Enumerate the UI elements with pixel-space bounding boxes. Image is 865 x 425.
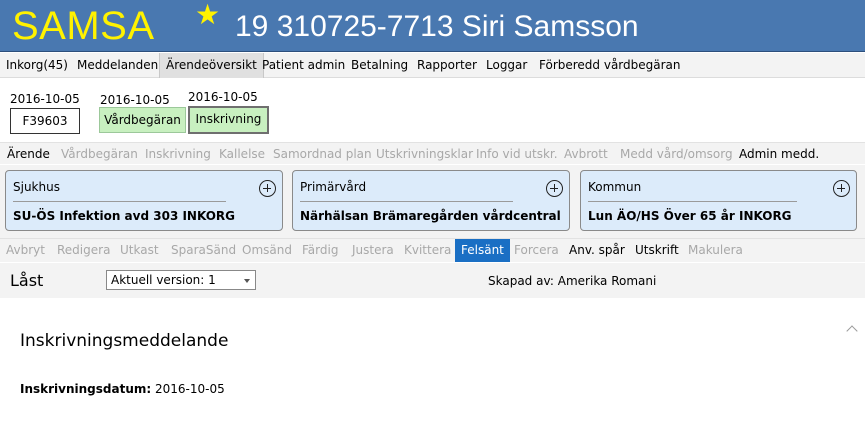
tab-avbrott[interactable]: Avbrott	[564, 143, 608, 165]
document-title: Inskrivningsmeddelande	[20, 331, 229, 351]
star-icon[interactable]: ★	[195, 0, 220, 30]
version-select[interactable]: Aktuell version: 1	[106, 270, 256, 290]
document-view: Inskrivningsmeddelande Inskrivningsdatum…	[0, 299, 865, 425]
tab-medd-vard-omsorg[interactable]: Medd vård/omsorg	[620, 143, 733, 165]
document-field-inskrivningsdatum: Inskrivningsdatum: 2016-10-05	[20, 382, 225, 396]
utskrift-button[interactable]: Utskrift	[629, 239, 685, 262]
menu-item-betalning[interactable]: Betalning	[345, 53, 414, 78]
tab-samordnad-plan[interactable]: Samordnad plan	[273, 143, 372, 165]
forcera-button[interactable]: Forcera	[508, 239, 565, 262]
tab-vardbegaran[interactable]: Vårdbegäran	[61, 143, 138, 165]
locked-label: Låst	[10, 271, 44, 290]
card-value: Lun ÄO/HS Över 65 år INKORG	[588, 209, 792, 223]
sparasand-button[interactable]: SparaSänd	[165, 239, 242, 262]
redigera-button[interactable]: Redigera	[51, 239, 116, 262]
fardig-button[interactable]: Färdig	[296, 239, 344, 262]
card-value: SU-ÖS Infektion avd 303 INKORG	[13, 209, 236, 223]
created-by: Skapad av: Amerika Romani	[488, 274, 657, 288]
card-primarvard: Primärvård Närhälsan Brämaregården vårdc…	[292, 170, 570, 231]
felsant-button[interactable]: Felsänt	[455, 239, 510, 262]
menu-item-arendeoversikt[interactable]: Ärendeöversikt	[159, 53, 264, 78]
add-circle-icon[interactable]	[546, 180, 563, 197]
status-inskrivning[interactable]: Inskrivning	[188, 106, 269, 134]
menu-item-patient-admin[interactable]: Patient admin	[256, 53, 351, 78]
card-title: Sjukhus	[13, 180, 60, 194]
action-toolbar: Avbryt Redigera Utkast SparaSänd Omsänd …	[0, 238, 865, 262]
version-bar: Låst Aktuell version: 1 Skapad av: Ameri…	[0, 263, 865, 298]
add-circle-icon[interactable]	[259, 180, 276, 197]
case-date: 2016-10-05	[10, 92, 80, 106]
card-divider	[13, 201, 226, 202]
field-value: 2016-10-05	[155, 382, 225, 396]
kvittera-button[interactable]: Kvittera	[398, 239, 457, 262]
menu-item-rapporter[interactable]: Rapporter	[411, 53, 483, 78]
utkast-button[interactable]: Utkast	[114, 239, 165, 262]
status-date-inskrivning: 2016-10-05	[188, 90, 258, 104]
version-select-value: Aktuell version: 1	[111, 273, 216, 287]
patient-title: 19 310725-7713 Siri Samsson	[235, 10, 639, 43]
menu-item-forberedd-vardbegaran[interactable]: Förberedd vårdbegäran	[533, 53, 687, 78]
recipient-cards: Sjukhus SU-ÖS Infektion avd 303 INKORG P…	[0, 165, 865, 238]
card-kommun: Kommun Lun ÄO/HS Över 65 år INKORG	[580, 170, 857, 231]
case-status-row: 2016-10-05 F39603 2016-10-05 Vårdbegäran…	[0, 79, 865, 141]
card-divider	[300, 201, 513, 202]
card-divider	[588, 201, 797, 202]
card-title: Primärvård	[300, 180, 367, 194]
card-sjukhus: Sjukhus SU-ÖS Infektion avd 303 INKORG	[5, 170, 283, 231]
anv-spar-button[interactable]: Anv. spår	[563, 239, 631, 262]
app-header: SAMSA ★ 19 310725-7713 Siri Samsson	[0, 0, 865, 52]
tab-utskrivningsklar[interactable]: Utskrivningsklar	[376, 143, 473, 165]
avbryt-button[interactable]: Avbryt	[0, 239, 51, 262]
case-tabs: Ärende Vårdbegäran Inskrivning Kallelse …	[0, 142, 865, 164]
status-vardbegaran[interactable]: Vårdbegäran	[99, 107, 186, 133]
tab-inskrivning[interactable]: Inskrivning	[145, 143, 211, 165]
field-label: Inskrivningsdatum:	[20, 382, 152, 396]
app-logo: SAMSA	[12, 4, 155, 48]
scroll-up-icon[interactable]	[846, 323, 860, 337]
makulera-button[interactable]: Makulera	[682, 239, 749, 262]
chevron-down-icon	[244, 279, 250, 283]
tab-info-vid-utskr[interactable]: Info vid utskr.	[476, 143, 558, 165]
main-menu: Inkorg(45) Meddelanden Ärendeöversikt Pa…	[0, 53, 865, 78]
tab-kallelse[interactable]: Kallelse	[219, 143, 265, 165]
menu-item-loggar[interactable]: Loggar	[480, 53, 533, 78]
menu-item-meddelanden[interactable]: Meddelanden	[71, 53, 164, 78]
tab-admin-medd[interactable]: Admin medd.	[739, 143, 819, 165]
card-value: Närhälsan Brämaregården vårdcentral	[300, 209, 561, 223]
tab-arende[interactable]: Ärende	[7, 143, 50, 165]
add-circle-icon[interactable]	[833, 180, 850, 197]
case-id-box[interactable]: F39603	[10, 108, 80, 134]
status-date-vardbegaran: 2016-10-05	[100, 93, 170, 107]
card-title: Kommun	[588, 180, 642, 194]
omsand-button[interactable]: Omsänd	[236, 239, 298, 262]
menu-item-inkorg[interactable]: Inkorg(45)	[0, 53, 74, 78]
justera-button[interactable]: Justera	[346, 239, 400, 262]
